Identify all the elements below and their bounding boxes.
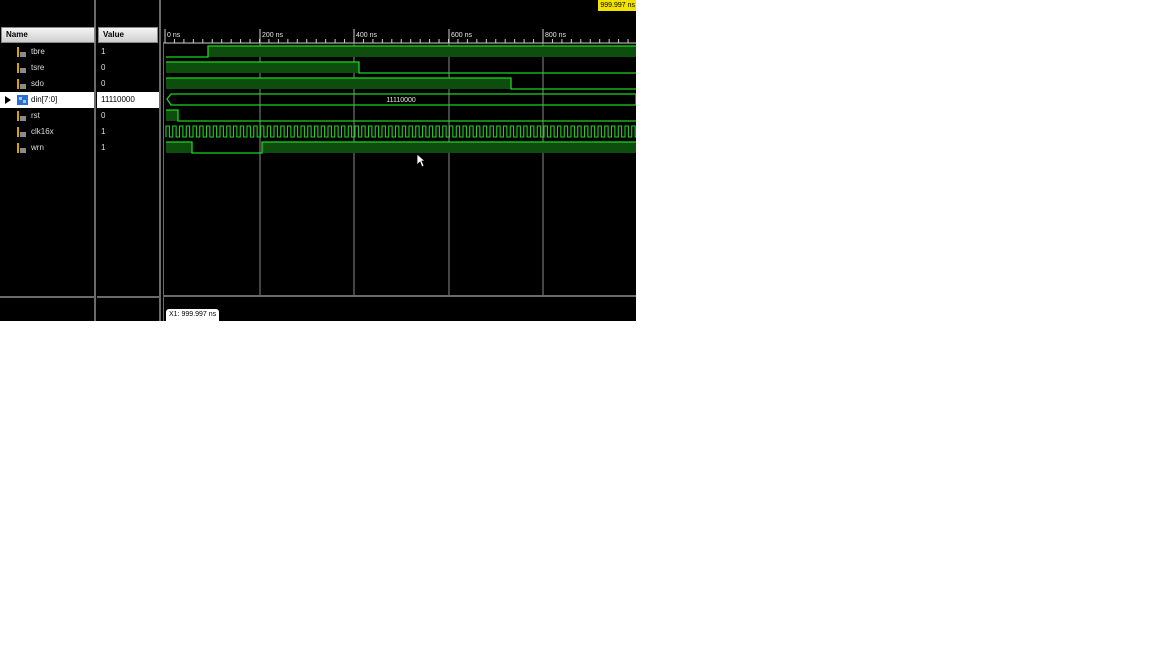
wave-tbre[interactable]: [166, 45, 636, 58]
signal-row-tsre[interactable]: tsre: [0, 60, 94, 76]
signal-value: 1: [101, 47, 106, 56]
value-column-header[interactable]: Value: [98, 27, 158, 43]
signal-row-rst[interactable]: rst: [0, 108, 94, 124]
wave-sdo[interactable]: [166, 77, 636, 90]
signal-name: sdo: [31, 79, 44, 88]
wave-rst[interactable]: [166, 109, 636, 122]
waveform-canvas[interactable]: 0 ns 200 ns 400 ns 600 ns 800 ns 1111000…: [162, 0, 636, 321]
signal-value: 0: [101, 79, 106, 88]
signal-row-wrn[interactable]: wrn: [0, 140, 94, 156]
signal-name: rst: [31, 111, 40, 120]
wave-clk16x[interactable]: [165, 125, 636, 138]
waveform-viewer: Name tbre tsre sdo din[7:0] rst clk16x w…: [0, 0, 636, 321]
signal-name: clk16x: [31, 127, 54, 136]
expand-arrow-icon[interactable]: [5, 96, 11, 104]
panel-divider: [0, 296, 94, 298]
signal-name: tbre: [31, 47, 45, 56]
wave-wrn[interactable]: [166, 141, 636, 154]
signal-row-din[interactable]: din[7:0]: [0, 92, 94, 108]
ruler-tick-label: 0 ns: [167, 32, 181, 39]
bit-signal-icon: [17, 127, 26, 137]
signal-value: 1: [101, 127, 106, 136]
ruler-tick-label: 800 ns: [545, 32, 567, 39]
bit-signal-icon: [17, 79, 26, 89]
signal-name: tsre: [31, 63, 45, 72]
panel-divider: [97, 296, 159, 298]
bit-signal-icon: [17, 47, 26, 57]
bus-signal-icon: [17, 95, 28, 105]
wave-tsre[interactable]: [166, 61, 636, 74]
ruler-tick-label: 200 ns: [262, 32, 284, 39]
signal-row-clk16x[interactable]: clk16x: [0, 124, 94, 140]
signal-value: 0: [101, 111, 106, 120]
waveform-panel[interactable]: 0 ns 200 ns 400 ns 600 ns 800 ns 1111000…: [162, 0, 636, 321]
cursor-time-badge: 999.997 ns: [598, 0, 636, 11]
name-column-header[interactable]: Name: [1, 27, 95, 43]
bit-signal-icon: [17, 111, 26, 121]
bus-value-label: 11110000: [386, 97, 416, 104]
time-ruler: 0 ns 200 ns 400 ns 600 ns 800 ns: [163, 29, 636, 44]
mouse-pointer-icon: [416, 153, 426, 168]
signal-value: 1: [101, 143, 106, 152]
ruler-tick-label: 400 ns: [356, 32, 378, 39]
cursor-readout: X1: 999.997 ns: [166, 309, 220, 321]
signal-value: 11110000: [97, 92, 159, 108]
signal-value: 0: [101, 63, 106, 72]
wave-din-bus[interactable]: 11110000: [166, 93, 636, 106]
bit-signal-icon: [17, 143, 26, 153]
bit-signal-icon: [17, 63, 26, 73]
signal-name: din[7:0]: [31, 95, 58, 104]
signal-value-panel: Value 1 0 0 11110000 0 1 1: [97, 0, 161, 321]
signal-row-tbre[interactable]: tbre: [0, 44, 94, 60]
ruler-tick-label: 600 ns: [451, 32, 473, 39]
signal-name: wrn: [31, 143, 44, 152]
signal-row-sdo[interactable]: sdo: [0, 76, 94, 92]
signal-name-panel: Name tbre tsre sdo din[7:0] rst clk16x w…: [0, 0, 96, 321]
